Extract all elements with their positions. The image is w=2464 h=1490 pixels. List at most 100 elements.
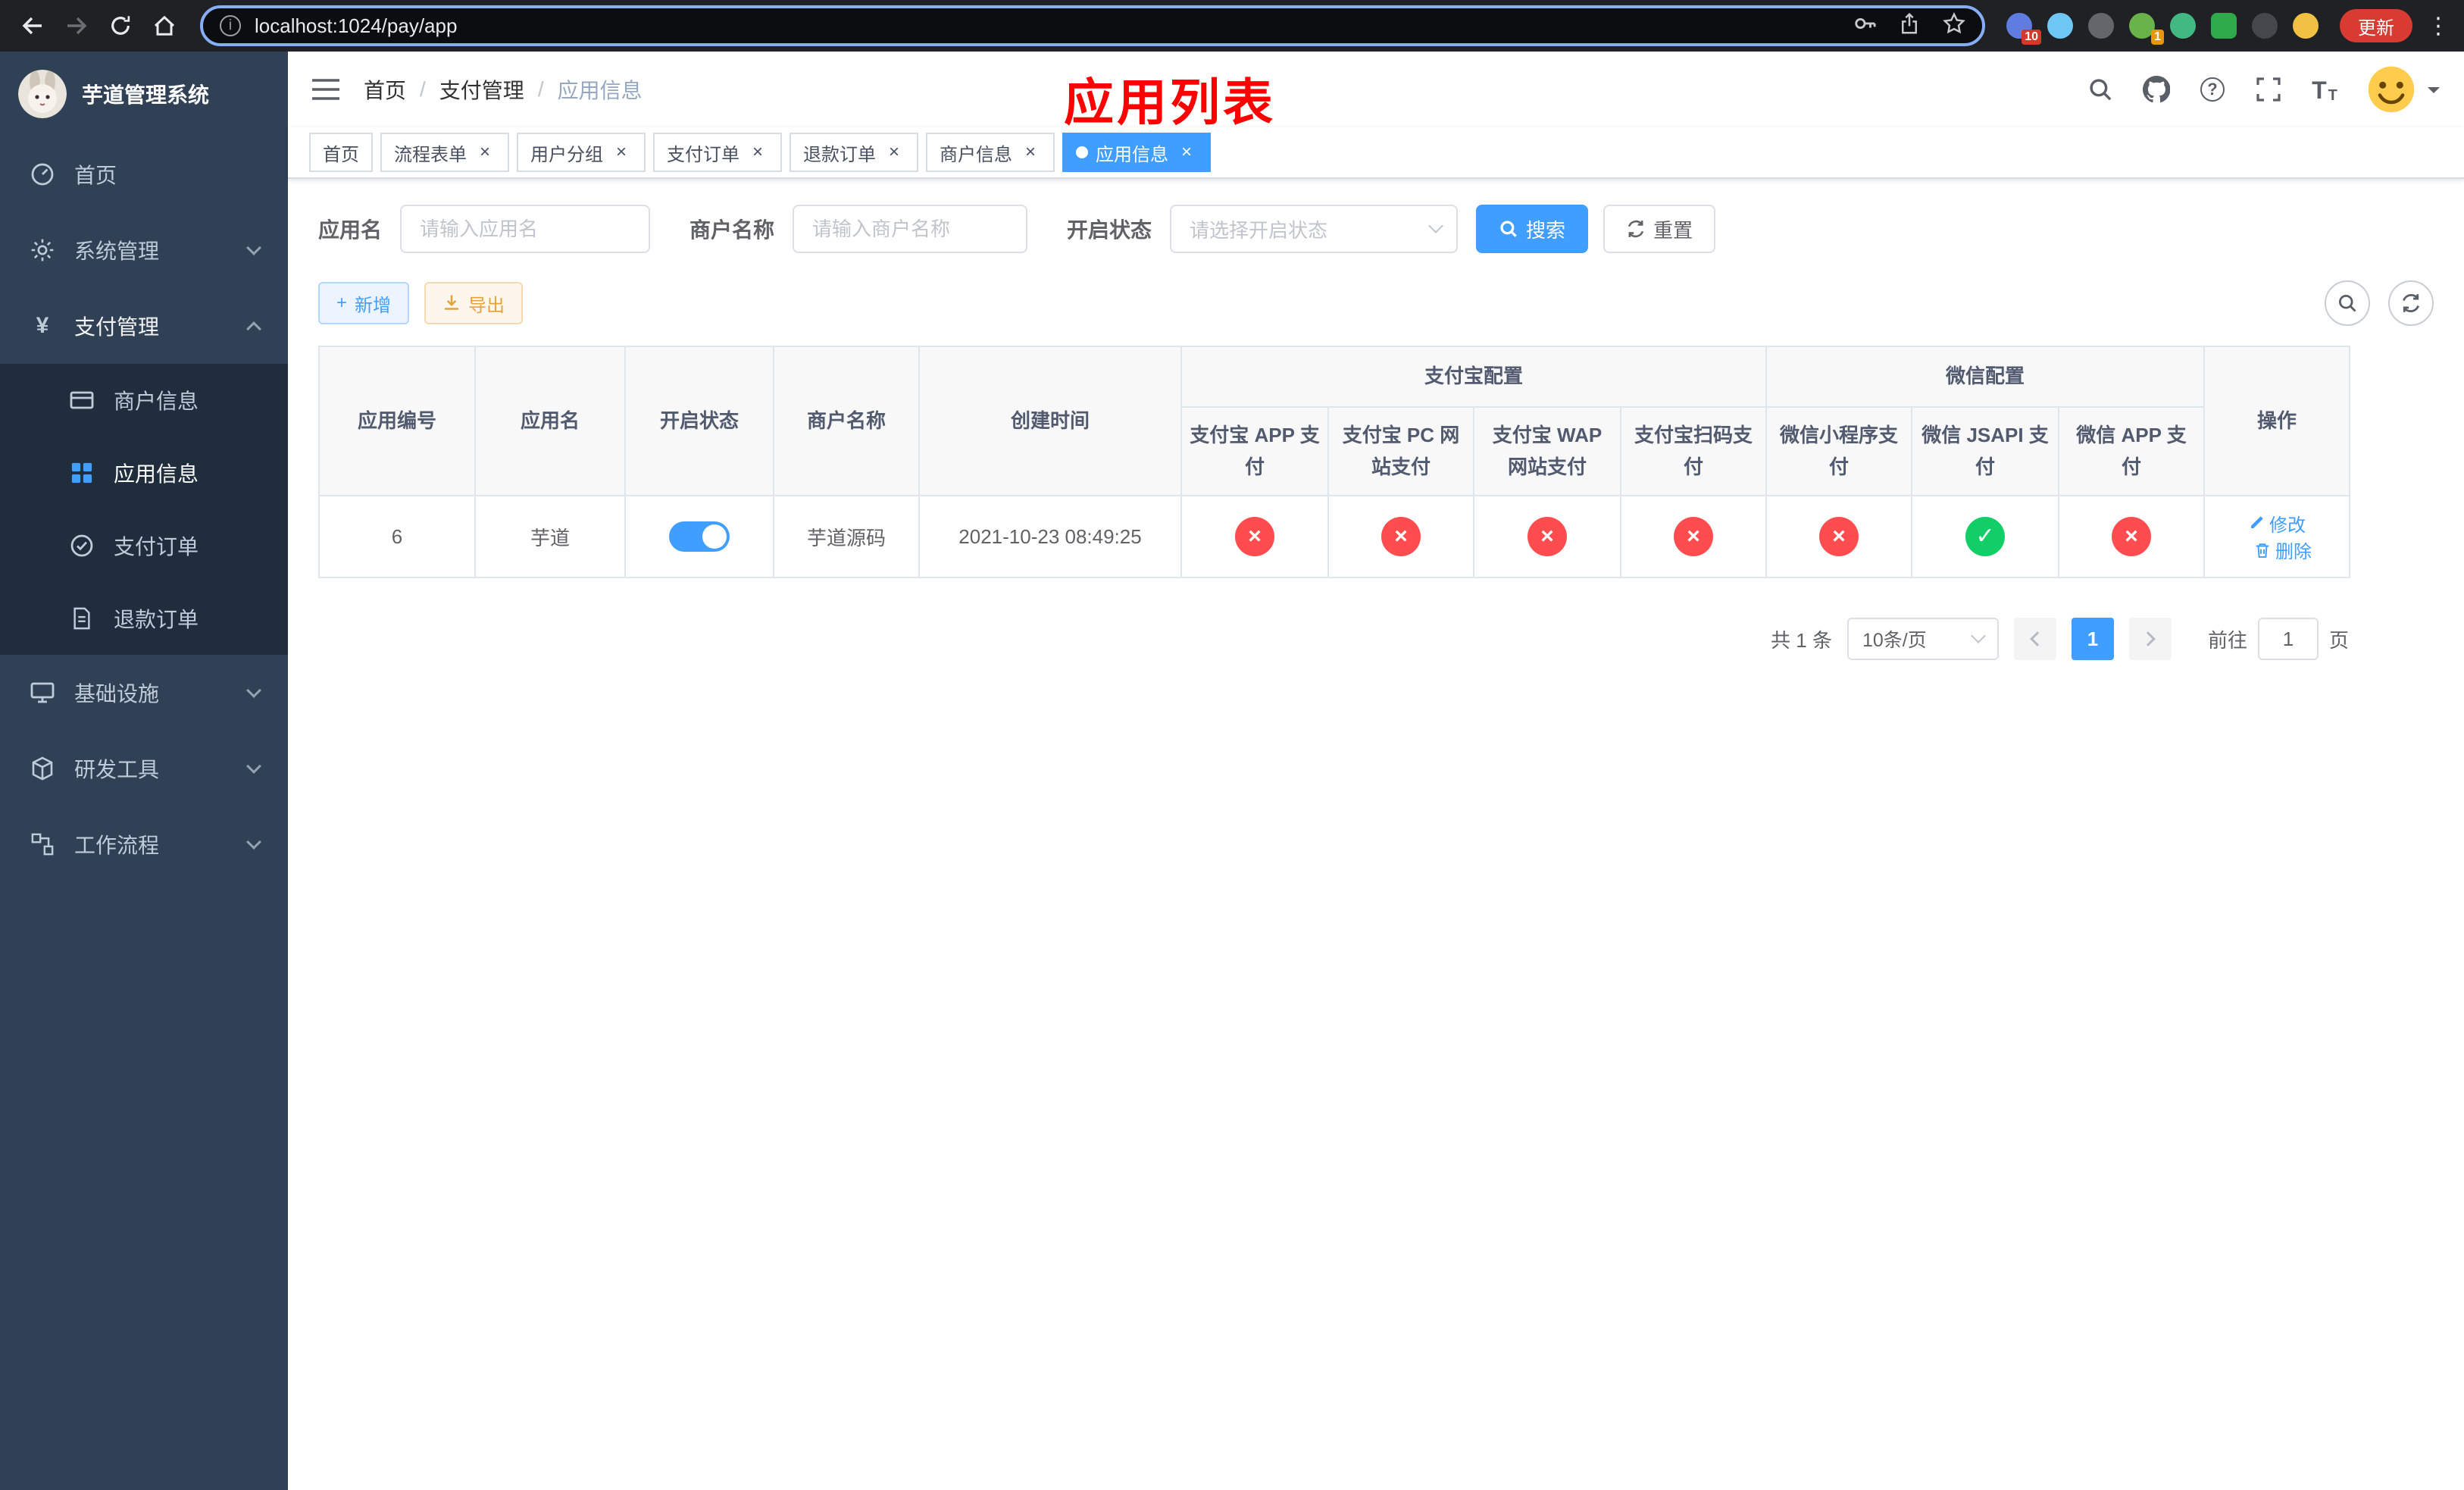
sidebar-item-dev-tools[interactable]: 研发工具 bbox=[0, 731, 288, 806]
gear-icon bbox=[29, 238, 56, 262]
close-icon[interactable]: × bbox=[747, 142, 768, 163]
forward-button[interactable] bbox=[56, 5, 97, 46]
pagination: 共 1 条 10条/页 1 前往 页 bbox=[318, 618, 2349, 661]
breadcrumb: 首页 / 支付管理 / 应用信息 bbox=[364, 74, 643, 105]
close-icon[interactable]: × bbox=[1176, 142, 1197, 163]
config-status-icon: × bbox=[2112, 517, 2152, 557]
next-page-button[interactable] bbox=[2128, 618, 2172, 661]
chevron-down-icon bbox=[246, 240, 261, 255]
cell-app-name: 芋道 bbox=[474, 495, 626, 579]
tab-flow-form[interactable]: 流程表单 × bbox=[380, 133, 509, 172]
bookmark-star-icon[interactable] bbox=[1943, 11, 1965, 40]
chevron-up-icon bbox=[246, 321, 261, 337]
add-button[interactable]: + 新增 bbox=[318, 282, 410, 324]
col-status: 开启状态 bbox=[624, 346, 774, 497]
group-alipay-config: 支付宝配置 bbox=[1180, 346, 1768, 408]
config-status-icon: × bbox=[1381, 517, 1421, 557]
site-info-icon[interactable]: i bbox=[220, 15, 241, 36]
back-button[interactable] bbox=[12, 5, 53, 46]
show-search-toggle-button[interactable] bbox=[2325, 280, 2370, 326]
fullscreen-icon[interactable] bbox=[2253, 74, 2284, 105]
close-icon[interactable]: × bbox=[611, 142, 632, 163]
header-search-icon[interactable] bbox=[2085, 74, 2115, 105]
grid-icon bbox=[68, 462, 95, 484]
extension-icon[interactable] bbox=[2088, 13, 2114, 39]
sidebar-collapse-icon[interactable] bbox=[312, 78, 339, 101]
breadcrumb-home[interactable]: 首页 bbox=[364, 74, 406, 105]
tab-app-info[interactable]: 应用信息 × bbox=[1062, 133, 1211, 172]
export-button[interactable]: 导出 bbox=[424, 282, 524, 324]
table-row: 6 芋道 芋道源码 2021-10-23 08:49:25 × × × × × bbox=[318, 495, 2351, 579]
reset-button[interactable]: 重置 bbox=[1603, 205, 1716, 253]
close-icon[interactable]: × bbox=[474, 142, 496, 163]
extension-icon[interactable] bbox=[2211, 13, 2237, 39]
col-wechat-app: 微信 APP 支付 bbox=[2058, 406, 2206, 497]
tags-view-bar: 首页 流程表单 × 用户分组 × 支付订单 × 退款订单 × 商户信息 × 应用信息 × bbox=[288, 127, 2464, 179]
col-alipay-pc: 支付宝 PC 网站支付 bbox=[1327, 406, 1474, 497]
password-key-icon[interactable] bbox=[1853, 12, 1876, 40]
extension-badge: 10 bbox=[2022, 30, 2041, 45]
sidebar-item-home[interactable]: 首页 bbox=[0, 136, 288, 212]
app-name-input[interactable] bbox=[400, 205, 651, 253]
sidebar-item-refund-order[interactable]: 退款订单 bbox=[0, 582, 288, 655]
table-toolbar: + 新增 导出 bbox=[318, 280, 2434, 326]
tab-refund-order[interactable]: 退款订单 × bbox=[790, 133, 918, 172]
url-text[interactable]: localhost:1024/pay/app bbox=[255, 14, 1840, 38]
tab-home[interactable]: 首页 bbox=[309, 133, 373, 172]
sidebar-item-app-info[interactable]: 应用信息 bbox=[0, 437, 288, 509]
sidebar-item-workflow[interactable]: 工作流程 bbox=[0, 806, 288, 882]
cell-created: 2021-10-23 08:49:25 bbox=[918, 495, 1182, 579]
toolbox-icon bbox=[29, 756, 56, 781]
sidebar-item-system[interactable]: 系统管理 bbox=[0, 212, 288, 288]
config-status-icon: × bbox=[1235, 517, 1274, 557]
col-app-name: 应用名 bbox=[474, 346, 626, 497]
page-annotation: 应用列表 bbox=[1064, 74, 1276, 130]
edit-button[interactable]: 修改 bbox=[2248, 510, 2306, 537]
extension-badge: 1 bbox=[2151, 30, 2164, 45]
browser-update-button[interactable]: 更新 bbox=[2340, 9, 2412, 42]
sidebar-item-payment[interactable]: ¥ 支付管理 bbox=[0, 288, 288, 364]
total-count: 共 1 条 bbox=[1771, 628, 1832, 652]
extension-icon[interactable] bbox=[2252, 13, 2278, 39]
merchant-name-input[interactable] bbox=[793, 205, 1028, 253]
breadcrumb-payment[interactable]: 支付管理 bbox=[439, 74, 524, 105]
tab-merchant-info[interactable]: 商户信息 × bbox=[926, 133, 1055, 172]
close-icon[interactable]: × bbox=[883, 142, 905, 163]
search-button[interactable]: 搜索 bbox=[1476, 205, 1589, 253]
home-button[interactable] bbox=[144, 5, 185, 46]
refresh-table-button[interactable] bbox=[2388, 280, 2434, 326]
reload-button[interactable] bbox=[100, 5, 141, 46]
col-operations: 操作 bbox=[2203, 346, 2351, 497]
app-name-label: 应用名 bbox=[318, 218, 383, 242]
page-number-1[interactable]: 1 bbox=[2071, 618, 2114, 661]
status-select[interactable]: 请选择开启状态 bbox=[1170, 205, 1459, 253]
page-size-select[interactable]: 10条/页 bbox=[1846, 618, 1999, 661]
address-bar[interactable]: i localhost:1024/pay/app bbox=[200, 5, 1985, 46]
col-merchant: 商户名称 bbox=[773, 346, 920, 497]
tab-pay-order[interactable]: 支付订单 × bbox=[653, 133, 782, 172]
user-menu[interactable] bbox=[2366, 64, 2440, 115]
plus-icon: + bbox=[336, 293, 348, 313]
prev-page-button[interactable] bbox=[2013, 618, 2056, 661]
delete-button[interactable]: 删除 bbox=[2254, 537, 2312, 563]
chevron-down-icon bbox=[246, 834, 261, 850]
extension-icon[interactable]: 10 bbox=[2006, 13, 2041, 45]
browser-menu-icon[interactable]: ⋮ bbox=[2425, 13, 2452, 39]
goto-page-input[interactable] bbox=[2257, 618, 2319, 661]
sidebar-item-merchant-info[interactable]: 商户信息 bbox=[0, 364, 288, 437]
extension-icon[interactable] bbox=[2293, 13, 2319, 39]
share-icon[interactable] bbox=[1899, 12, 1920, 40]
sidebar-item-pay-order[interactable]: 支付订单 bbox=[0, 509, 288, 582]
dashboard-icon bbox=[29, 162, 56, 186]
tab-user-group[interactable]: 用户分组 × bbox=[517, 133, 646, 172]
help-icon[interactable]: ? bbox=[2197, 74, 2228, 105]
font-size-icon[interactable]: TT bbox=[2309, 74, 2340, 105]
sidebar-item-infra[interactable]: 基础设施 bbox=[0, 655, 288, 731]
extension-icon[interactable] bbox=[2047, 13, 2073, 39]
enabled-switch[interactable] bbox=[669, 521, 730, 552]
close-icon[interactable]: × bbox=[1020, 142, 1041, 163]
github-icon[interactable] bbox=[2141, 74, 2172, 105]
filter-form: 应用名 商户名称 开启状态 请选择开启状态 搜索 重置 bbox=[318, 205, 2434, 253]
extension-icon[interactable]: 1 bbox=[2129, 13, 2164, 45]
vue-devtools-icon[interactable] bbox=[2170, 13, 2196, 39]
